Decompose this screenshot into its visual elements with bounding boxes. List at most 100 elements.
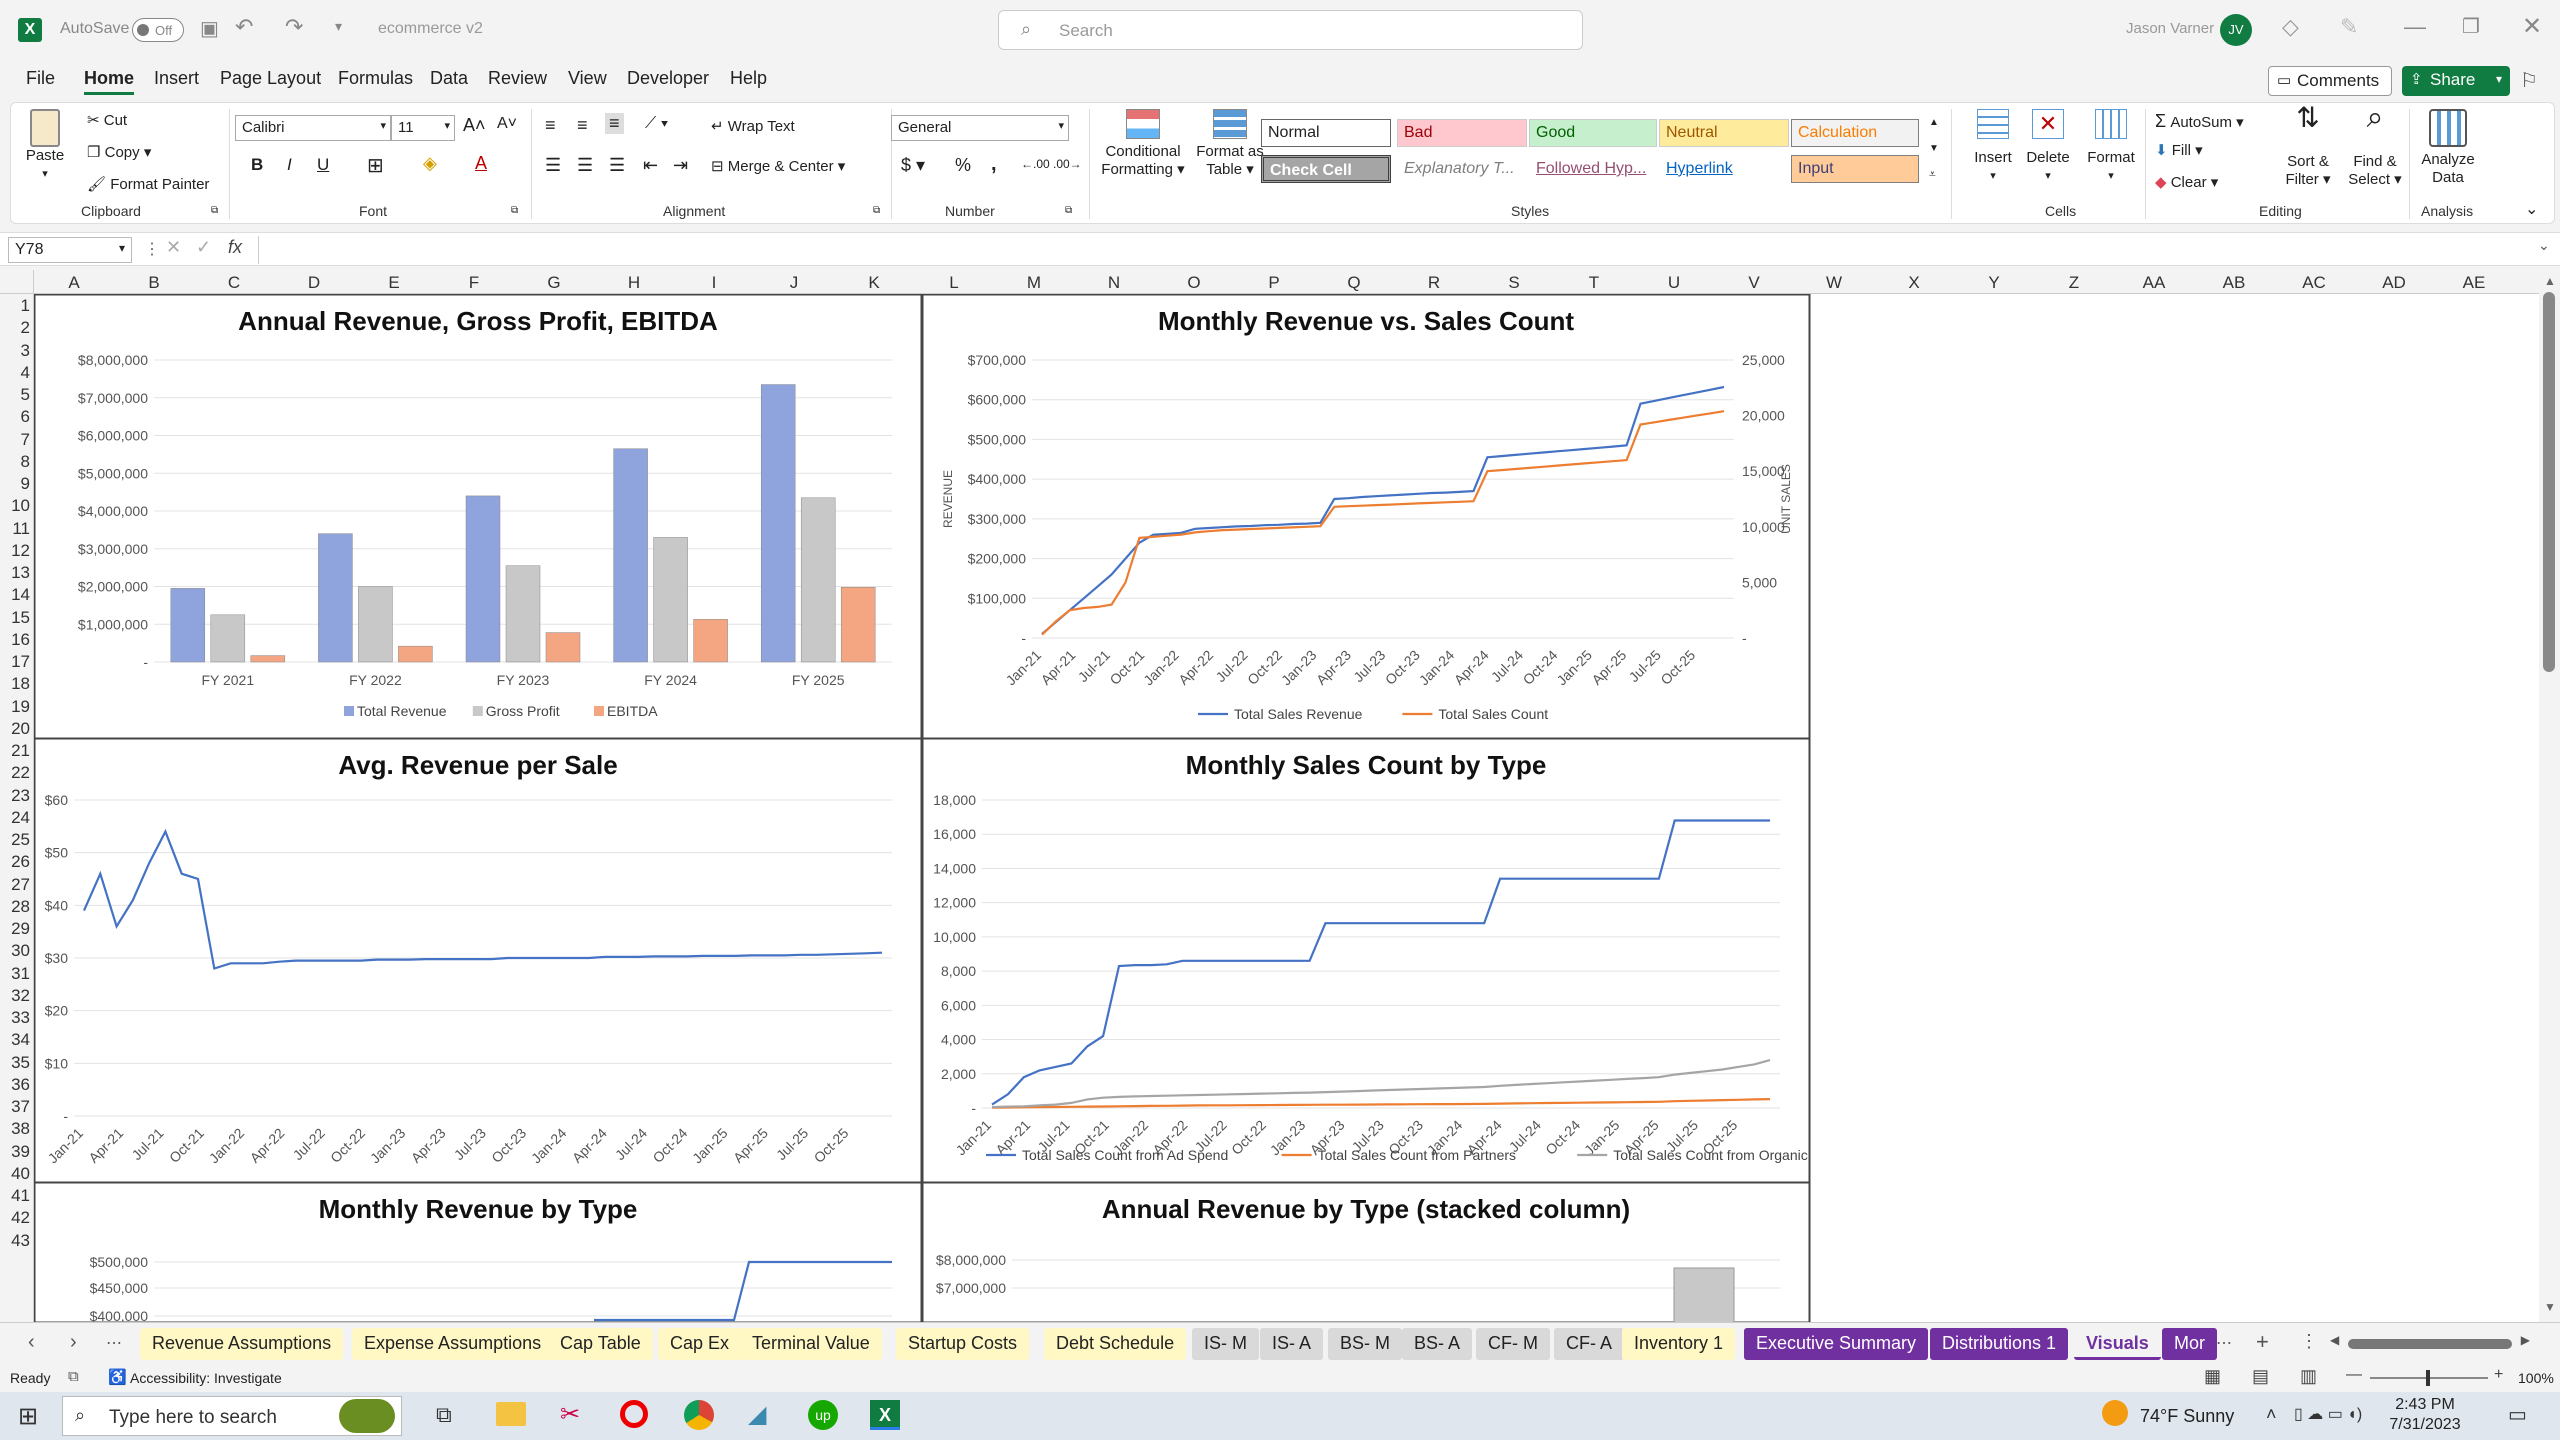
- column-header[interactable]: AB: [2194, 273, 2274, 293]
- comments-button[interactable]: ▭ Comments: [2268, 66, 2392, 96]
- styles-more-icon[interactable]: ⩡: [1929, 167, 1936, 182]
- column-header[interactable]: Z: [2034, 273, 2114, 293]
- worksheet-grid[interactable]: Annual Revenue, Gross Profit, EBITDA - $1,…: [34, 294, 2539, 1322]
- scroll-thumb[interactable]: [2543, 292, 2555, 672]
- row-header[interactable]: 32: [0, 986, 30, 1006]
- row-header[interactable]: 11: [0, 519, 30, 539]
- style-explanatory[interactable]: Explanatory T...: [1397, 155, 1527, 183]
- row-header[interactable]: 2: [0, 318, 30, 338]
- column-header[interactable]: L: [914, 273, 994, 293]
- menu-home[interactable]: Home: [84, 68, 135, 95]
- user-avatar[interactable]: JV: [2220, 14, 2252, 46]
- font-launcher-icon[interactable]: ⧉: [511, 205, 518, 216]
- orientation-icon[interactable]: ⟋ ▾: [645, 115, 668, 133]
- column-header[interactable]: M: [994, 273, 1074, 293]
- column-header[interactable]: AC: [2274, 273, 2354, 293]
- fill-color-icon[interactable]: ◈: [423, 153, 437, 174]
- sheet-tab[interactable]: Executive Summary: [1744, 1328, 1929, 1360]
- style-good[interactable]: Good: [1529, 119, 1657, 147]
- shrink-font-icon[interactable]: A˅: [497, 115, 517, 133]
- column-header[interactable]: F: [434, 273, 514, 293]
- font-name-select[interactable]: Calibri ▾: [235, 115, 391, 141]
- style-normal[interactable]: Normal: [1261, 119, 1391, 147]
- font-color-icon[interactable]: A: [475, 153, 487, 174]
- autosum-button[interactable]: Σ AutoSum ▾: [2155, 111, 2244, 132]
- confirm-entry-icon[interactable]: ✓: [196, 237, 211, 258]
- taskbar-search[interactable]: ⌕ Type here to search: [62, 1396, 402, 1436]
- row-header[interactable]: 28: [0, 897, 30, 917]
- restore-icon[interactable]: ❐: [2462, 14, 2480, 39]
- alignment-launcher-icon[interactable]: ⧉: [873, 205, 880, 216]
- sort-filter-button[interactable]: ⇅ Sort & Filter ▾: [2273, 104, 2343, 189]
- row-header[interactable]: 8: [0, 452, 30, 472]
- conditional-formatting-button[interactable]: Conditional Formatting ▾: [1095, 109, 1191, 179]
- row-header[interactable]: 5: [0, 385, 30, 405]
- sheet-tab[interactable]: BS- M: [1328, 1328, 1403, 1360]
- format-painter-button[interactable]: 🖌 Format Painter: [87, 175, 209, 193]
- delete-cells-button[interactable]: ✕ Delete ▾: [2023, 109, 2073, 183]
- menu-review[interactable]: Review: [488, 68, 547, 89]
- scroll-left-icon[interactable]: ◀: [2330, 1333, 2339, 1347]
- row-header[interactable]: 31: [0, 964, 30, 984]
- chrome-icon[interactable]: [684, 1400, 714, 1430]
- file-explorer-icon[interactable]: [496, 1402, 526, 1426]
- style-input[interactable]: Input: [1791, 155, 1919, 183]
- scroll-down-icon[interactable]: ▼: [2544, 1300, 2556, 1314]
- column-header[interactable]: D: [274, 273, 354, 293]
- sheet-tab[interactable]: Mor: [2162, 1328, 2217, 1360]
- windows-start-icon[interactable]: ⊞: [18, 1402, 38, 1431]
- paste-button[interactable]: Paste ▾: [25, 109, 65, 181]
- grow-font-icon[interactable]: A˄: [463, 115, 486, 136]
- zoom-level[interactable]: 100%: [2518, 1370, 2554, 1386]
- analyze-data-button[interactable]: Analyze Data: [2417, 109, 2479, 187]
- align-right-icon[interactable]: ☰: [609, 155, 625, 176]
- number-launcher-icon[interactable]: ⧉: [1065, 205, 1072, 216]
- row-header[interactable]: 40: [0, 1164, 30, 1184]
- app-icon[interactable]: ◢: [748, 1400, 766, 1429]
- column-header[interactable]: W: [1794, 273, 1874, 293]
- increase-indent-icon[interactable]: ⇥: [673, 155, 688, 176]
- style-check-cell[interactable]: Check Cell: [1261, 155, 1391, 183]
- column-header[interactable]: O: [1154, 273, 1234, 293]
- page-layout-view-icon[interactable]: ▤: [2252, 1366, 2269, 1387]
- decrease-decimal-icon[interactable]: .00→: [1053, 157, 1082, 171]
- column-header[interactable]: X: [1874, 273, 1954, 293]
- share-button[interactable]: ⇪ Share ▾: [2402, 66, 2510, 96]
- sheet-tab[interactable]: CF- M: [1476, 1328, 1550, 1360]
- clear-button[interactable]: ◆ Clear ▾: [2155, 173, 2218, 191]
- cancel-entry-icon[interactable]: ✕: [166, 237, 181, 258]
- prev-sheet-icon[interactable]: ‹: [28, 1331, 35, 1354]
- notifications-icon[interactable]: ▭: [2508, 1402, 2527, 1427]
- cut-button[interactable]: ✂ Cut: [87, 111, 127, 129]
- sheet-tab[interactable]: BS- A: [1402, 1328, 1473, 1360]
- clipboard-launcher-icon[interactable]: ⧉: [211, 205, 218, 216]
- menu-insert[interactable]: Insert: [154, 68, 199, 89]
- undo-icon[interactable]: ↶: [235, 14, 253, 40]
- menu-formulas[interactable]: Formulas: [338, 68, 413, 89]
- row-header[interactable]: 13: [0, 563, 30, 583]
- weather-icon[interactable]: [2102, 1400, 2128, 1426]
- column-header[interactable]: R: [1394, 273, 1474, 293]
- menu-page-layout[interactable]: Page Layout: [220, 68, 321, 89]
- zoom-out-icon[interactable]: —: [2346, 1366, 2362, 1384]
- currency-icon[interactable]: $ ▾: [901, 155, 925, 176]
- name-box[interactable]: Y78 ▾: [8, 237, 132, 263]
- column-header[interactable]: K: [834, 273, 914, 293]
- number-format-select[interactable]: General ▾: [891, 115, 1069, 141]
- column-header[interactable]: S: [1474, 273, 1554, 293]
- underline-icon[interactable]: U: [317, 155, 329, 175]
- row-header[interactable]: 9: [0, 474, 30, 494]
- sheet-tab[interactable]: Cap Table: [548, 1328, 653, 1360]
- autosave-toggle[interactable]: Off: [132, 18, 184, 42]
- sheet-tab[interactable]: Cap Ex: [658, 1328, 742, 1360]
- row-header[interactable]: 29: [0, 919, 30, 939]
- close-icon[interactable]: ✕: [2522, 12, 2542, 41]
- increase-decimal-icon[interactable]: ←.00: [1021, 157, 1050, 171]
- menu-data[interactable]: Data: [430, 68, 468, 89]
- row-header[interactable]: 34: [0, 1030, 30, 1050]
- menu-view[interactable]: View: [568, 68, 607, 89]
- font-size-select[interactable]: 11 ▾: [391, 115, 455, 141]
- row-header[interactable]: 27: [0, 875, 30, 895]
- styles-scroll-up-icon[interactable]: ▲: [1929, 117, 1939, 128]
- row-header[interactable]: 17: [0, 652, 30, 672]
